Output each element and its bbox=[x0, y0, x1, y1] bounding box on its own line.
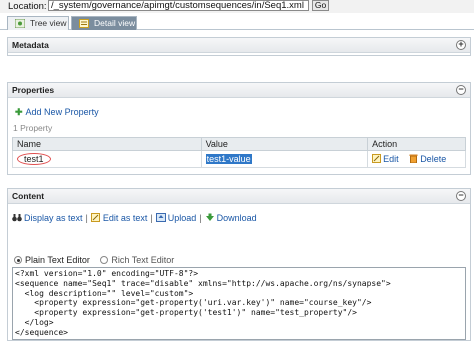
radio-rich-text[interactable] bbox=[100, 256, 109, 264]
xml-line: <property expression="get-property('uri.… bbox=[15, 298, 372, 308]
properties-header[interactable]: Properties − bbox=[8, 83, 470, 98]
tree-icon bbox=[15, 19, 25, 28]
add-icon: ✚ bbox=[15, 107, 23, 117]
xml-line: </sequence> bbox=[15, 327, 68, 337]
rich-text-editor-option[interactable]: Rich Text Editor bbox=[100, 255, 174, 265]
plain-text-editor-label: Plain Text Editor bbox=[25, 255, 90, 265]
xml-line: </log> bbox=[15, 317, 54, 327]
download-label: Download bbox=[216, 213, 257, 223]
upload-label: Upload bbox=[167, 213, 197, 223]
delete-property-link[interactable]: Delete bbox=[409, 154, 446, 164]
go-button[interactable]: Go bbox=[312, 0, 329, 11]
column-header-value: Value bbox=[200, 137, 369, 151]
location-label: Location: bbox=[8, 1, 47, 12]
view-tabs: Tree view Detail view bbox=[0, 14, 474, 30]
edit-label: Edit bbox=[383, 154, 399, 164]
delete-label: Delete bbox=[420, 154, 447, 164]
content-panel: Content − Display as text | Edit as text | U… bbox=[7, 188, 471, 341]
radio-plain-text[interactable] bbox=[14, 256, 22, 264]
action-separator: | bbox=[150, 213, 153, 223]
edit-property-link[interactable]: Edit bbox=[372, 154, 401, 164]
property-count: 1 Property bbox=[13, 123, 53, 133]
content-header[interactable]: Content − bbox=[8, 189, 470, 204]
location-input[interactable]: /_system/governance/apimgt/customsequenc… bbox=[48, 0, 309, 11]
trash-icon bbox=[409, 154, 418, 163]
tab-detail-view-label: Detail view bbox=[94, 18, 136, 28]
collapse-icon[interactable]: − bbox=[456, 85, 466, 95]
download-icon bbox=[205, 213, 214, 221]
property-value-cell: test1-value bbox=[200, 150, 369, 168]
tab-tree-view[interactable]: Tree view bbox=[7, 16, 69, 30]
action-separator: | bbox=[199, 213, 202, 223]
edit-as-text-label: Edit as text bbox=[102, 213, 148, 223]
metadata-header[interactable]: Metadata + bbox=[8, 38, 470, 53]
display-as-text-label: Display as text bbox=[24, 213, 83, 223]
metadata-title: Metadata bbox=[12, 40, 49, 50]
plain-text-editor-option[interactable]: Plain Text Editor bbox=[14, 255, 90, 265]
edit-icon bbox=[90, 213, 100, 222]
properties-title: Properties bbox=[12, 85, 55, 95]
editor-mode-selector: Plain Text Editor Rich Text Editor bbox=[14, 255, 174, 265]
collapse-icon[interactable]: − bbox=[456, 191, 466, 201]
upload-icon bbox=[155, 213, 166, 222]
edit-icon bbox=[372, 154, 382, 163]
rich-text-editor-label: Rich Text Editor bbox=[111, 255, 175, 265]
tab-detail-view[interactable]: Detail view bbox=[71, 16, 137, 30]
xml-editor[interactable]: <?xml version="1.0" encoding="UTF-8"?> <s… bbox=[12, 267, 466, 340]
property-name: test1 bbox=[17, 153, 51, 165]
table-header-row: Name Value Action bbox=[12, 137, 466, 151]
column-header-name: Name bbox=[12, 137, 202, 151]
property-value: test1-value bbox=[205, 154, 252, 164]
binoculars-icon bbox=[12, 214, 22, 222]
location-bar: Location: /_system/governance/apimgt/cus… bbox=[0, 0, 474, 13]
expand-icon[interactable]: + bbox=[456, 40, 466, 50]
xml-line: <?xml version="1.0" encoding="UTF-8"?> bbox=[15, 269, 199, 278]
display-as-text-link[interactable]: Display as text bbox=[12, 213, 83, 223]
edit-as-text-link[interactable]: Edit as text bbox=[90, 213, 148, 223]
download-link[interactable]: Download bbox=[205, 213, 257, 223]
metadata-panel: Metadata + bbox=[7, 37, 471, 56]
content-title: Content bbox=[12, 191, 45, 201]
property-actions-cell: Edit Delete bbox=[367, 150, 466, 168]
properties-table: Name Value Action test1 test1-value Edit… bbox=[12, 137, 466, 168]
add-property-label: Add New Property bbox=[25, 107, 99, 117]
column-header-action: Action bbox=[367, 137, 466, 151]
upload-link[interactable]: Upload bbox=[155, 213, 197, 223]
xml-line: <property expression="get-property('test… bbox=[15, 308, 357, 318]
xml-line: <log description="" level="custom"> bbox=[15, 288, 194, 298]
properties-panel: Properties − ✚ Add New Property 1 Propert… bbox=[7, 82, 471, 175]
table-row: test1 test1-value Edit Delete bbox=[12, 150, 466, 168]
xml-line: <sequence name="Seq1" trace="disable" xm… bbox=[15, 278, 391, 288]
action-separator: | bbox=[85, 213, 88, 223]
content-actions: Display as text | Edit as text | Upload | Down… bbox=[12, 213, 257, 223]
tab-tree-view-label: Tree view bbox=[30, 18, 67, 28]
detail-icon bbox=[79, 19, 89, 28]
add-property-link[interactable]: ✚ Add New Property bbox=[15, 107, 99, 118]
property-name-cell: test1 bbox=[12, 150, 202, 168]
